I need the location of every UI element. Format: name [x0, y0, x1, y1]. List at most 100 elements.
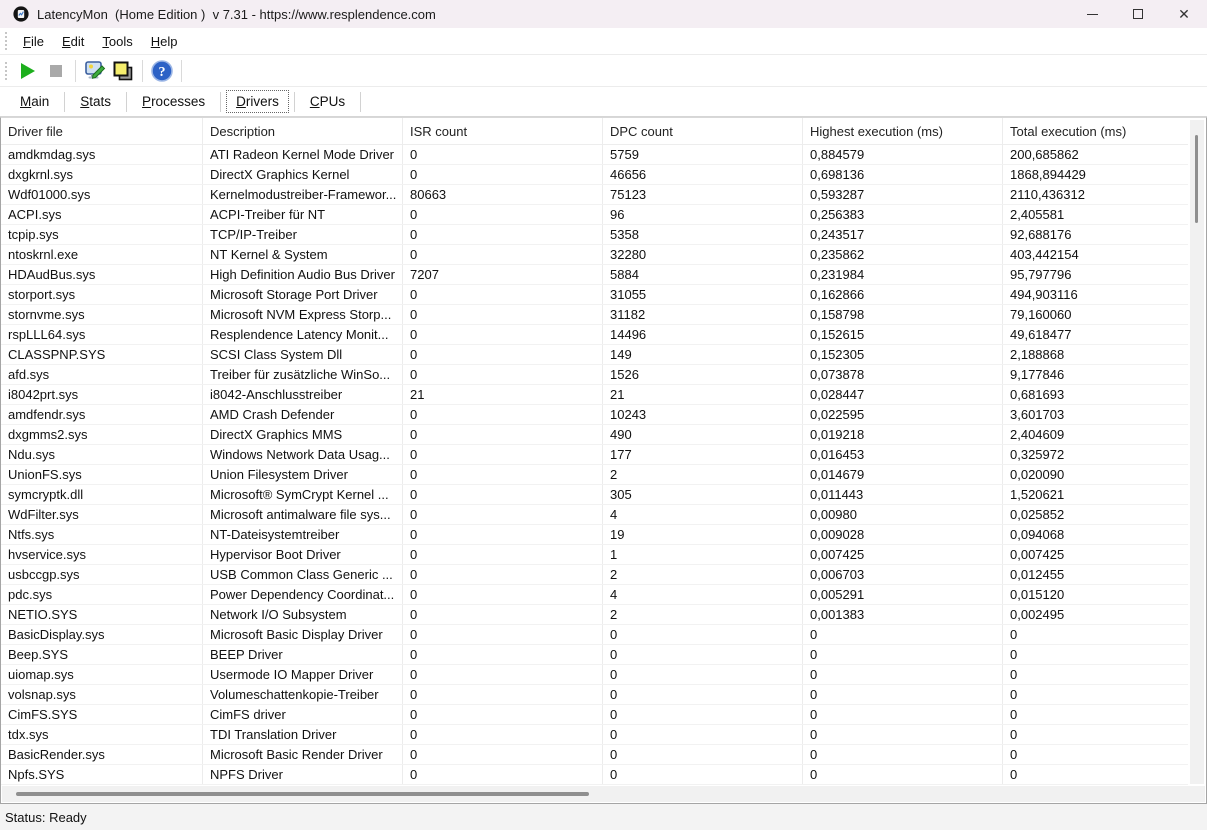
table-cell: Volumeschattenkopie-Treiber [203, 685, 403, 704]
column-header[interactable]: ISR count [403, 118, 603, 144]
vertical-scrollbar[interactable] [1190, 120, 1204, 784]
table-row[interactable]: tcpip.sysTCP/IP-Treiber053580,24351792,6… [1, 225, 1188, 245]
tab-separator [294, 92, 295, 112]
table-cell: 0 [803, 765, 1003, 784]
help-button[interactable]: ? [148, 58, 176, 84]
table-cell: 0 [403, 645, 603, 664]
table-cell: 0,016453 [803, 445, 1003, 464]
column-header[interactable]: DPC count [603, 118, 803, 144]
table-cell: 75123 [603, 185, 803, 204]
table-row[interactable]: stornvme.sysMicrosoft NVM Express Storp.… [1, 305, 1188, 325]
table-cell: 0 [403, 465, 603, 484]
table-row[interactable]: CimFS.SYSCimFS driver0000 [1, 705, 1188, 725]
minimize-icon [1087, 14, 1098, 15]
table-row[interactable]: Npfs.SYSNPFS Driver0000 [1, 765, 1188, 785]
table-row[interactable]: CLASSPNP.SYSSCSI Class System Dll01490,1… [1, 345, 1188, 365]
table-cell: 0,028447 [803, 385, 1003, 404]
tab-processes[interactable]: Processes [132, 90, 215, 113]
table-cell: Ntfs.sys [1, 525, 203, 544]
table-row[interactable]: uiomap.sysUsermode IO Mapper Driver0000 [1, 665, 1188, 685]
column-header[interactable]: Total execution (ms) [1003, 118, 1188, 144]
options-button[interactable] [81, 58, 109, 84]
maximize-button[interactable] [1115, 0, 1161, 28]
table-cell: AMD Crash Defender [203, 405, 403, 424]
table-row[interactable]: UnionFS.sysUnion Filesystem Driver020,01… [1, 465, 1188, 485]
table-cell: 0 [803, 665, 1003, 684]
table-cell: symcryptk.dll [1, 485, 203, 504]
table-row[interactable]: Beep.SYSBEEP Driver0000 [1, 645, 1188, 665]
table-cell: Wdf01000.sys [1, 185, 203, 204]
tab-drivers[interactable]: Drivers [226, 90, 289, 113]
horizontal-scrollbar[interactable] [2, 786, 1205, 802]
table-cell: 0 [403, 605, 603, 624]
table-cell: Microsoft® SymCrypt Kernel ... [203, 485, 403, 504]
table-row[interactable]: Ndu.sysWindows Network Data Usag...01770… [1, 445, 1188, 465]
report-button[interactable] [109, 58, 137, 84]
table-row[interactable]: hvservice.sysHypervisor Boot Driver010,0… [1, 545, 1188, 565]
tab-cpus[interactable]: CPUs [300, 90, 355, 113]
menu-tools[interactable]: Tools [93, 31, 141, 52]
table-row[interactable]: ACPI.sysACPI-Treiber für NT0960,2563832,… [1, 205, 1188, 225]
table-cell: 0 [403, 585, 603, 604]
table-cell: 0 [1003, 685, 1188, 704]
stop-monitor-button[interactable] [42, 58, 70, 84]
table-row[interactable]: dxgkrnl.sysDirectX Graphics Kernel046656… [1, 165, 1188, 185]
close-button[interactable]: ✕ [1161, 0, 1207, 28]
table-cell: 0,005291 [803, 585, 1003, 604]
start-monitor-button[interactable] [14, 58, 42, 84]
table-row[interactable]: Wdf01000.sysKernelmodustreiber-Framewor.… [1, 185, 1188, 205]
table-cell: 0 [403, 305, 603, 324]
table-row[interactable]: tdx.sysTDI Translation Driver0000 [1, 725, 1188, 745]
table-cell: 0 [403, 285, 603, 304]
table-cell: Microsoft antimalware file sys... [203, 505, 403, 524]
table-cell: 305 [603, 485, 803, 504]
menu-edit[interactable]: Edit [53, 31, 93, 52]
tab-main[interactable]: Main [10, 90, 59, 113]
table-cell: volsnap.sys [1, 685, 203, 704]
table-cell: 7207 [403, 265, 603, 284]
table-row[interactable]: WdFilter.sysMicrosoft antimalware file s… [1, 505, 1188, 525]
table-cell: Hypervisor Boot Driver [203, 545, 403, 564]
table-row[interactable]: rspLLL64.sysResplendence Latency Monit..… [1, 325, 1188, 345]
table-row[interactable]: volsnap.sysVolumeschattenkopie-Treiber 00… [1, 685, 1188, 705]
column-header[interactable]: Description [203, 118, 403, 144]
table-row[interactable]: amdfendr.sysAMD Crash Defender0102430,02… [1, 405, 1188, 425]
table-cell: NPFS Driver [203, 765, 403, 784]
column-header[interactable]: Highest execution (ms) [803, 118, 1003, 144]
table-cell: dxgmms2.sys [1, 425, 203, 444]
title-bar: LatencyMon (Home Edition ) v 7.31 - http… [0, 0, 1207, 28]
table-row[interactable]: dxgmms2.sysDirectX Graphics MMS04900,019… [1, 425, 1188, 445]
column-header[interactable]: Driver file [1, 118, 203, 144]
table-cell: 0 [803, 685, 1003, 704]
drivers-panel: Driver fileDescriptionISR countDPC count… [0, 117, 1207, 804]
table-row[interactable]: amdkmdag.sysATI Radeon Kernel Mode Drive… [1, 145, 1188, 165]
table-cell: BEEP Driver [203, 645, 403, 664]
tab-stats[interactable]: Stats [70, 90, 121, 113]
vertical-scrollbar-thumb[interactable] [1195, 135, 1198, 223]
table-cell: 0 [403, 565, 603, 584]
table-cell: 14496 [603, 325, 803, 344]
table-row[interactable]: symcryptk.dllMicrosoft® SymCrypt Kernel … [1, 485, 1188, 505]
table-row[interactable]: BasicRender.sysMicrosoft Basic Render Dr… [1, 745, 1188, 765]
table-row[interactable]: afd.sysTreiber für zusätzliche WinSo...0… [1, 365, 1188, 385]
menu-help[interactable]: Help [142, 31, 187, 52]
table-cell: Microsoft Basic Render Driver [203, 745, 403, 764]
table-cell: DirectX Graphics Kernel [203, 165, 403, 184]
table-row[interactable]: ntoskrnl.exeNT Kernel & System0322800,23… [1, 245, 1188, 265]
table-cell: 1868,894429 [1003, 165, 1188, 184]
table-row[interactable]: storport.sysMicrosoft Storage Port Drive… [1, 285, 1188, 305]
table-cell: 0 [1003, 625, 1188, 644]
table-row[interactable]: i8042prt.sysi8042-Anschlusstreiber21210,… [1, 385, 1188, 405]
table-row[interactable]: Ntfs.sysNT-Dateisystemtreiber0190,009028… [1, 525, 1188, 545]
minimize-button[interactable] [1069, 0, 1115, 28]
table-row[interactable]: NETIO.SYSNetwork I/O Subsystem020,001383… [1, 605, 1188, 625]
table-row[interactable]: usbccgp.sysUSB Common Class Generic ...0… [1, 565, 1188, 585]
table-cell: 0 [603, 745, 803, 764]
table-row[interactable]: BasicDisplay.sysMicrosoft Basic Display … [1, 625, 1188, 645]
table-row[interactable]: pdc.sysPower Dependency Coordinat...040,… [1, 585, 1188, 605]
horizontal-scrollbar-thumb[interactable] [16, 792, 589, 796]
table-cell: 0 [803, 625, 1003, 644]
table-row[interactable]: HDAudBus.sysHigh Definition Audio Bus Dr… [1, 265, 1188, 285]
menu-file[interactable]: File [14, 31, 53, 52]
table-cell: 0,014679 [803, 465, 1003, 484]
